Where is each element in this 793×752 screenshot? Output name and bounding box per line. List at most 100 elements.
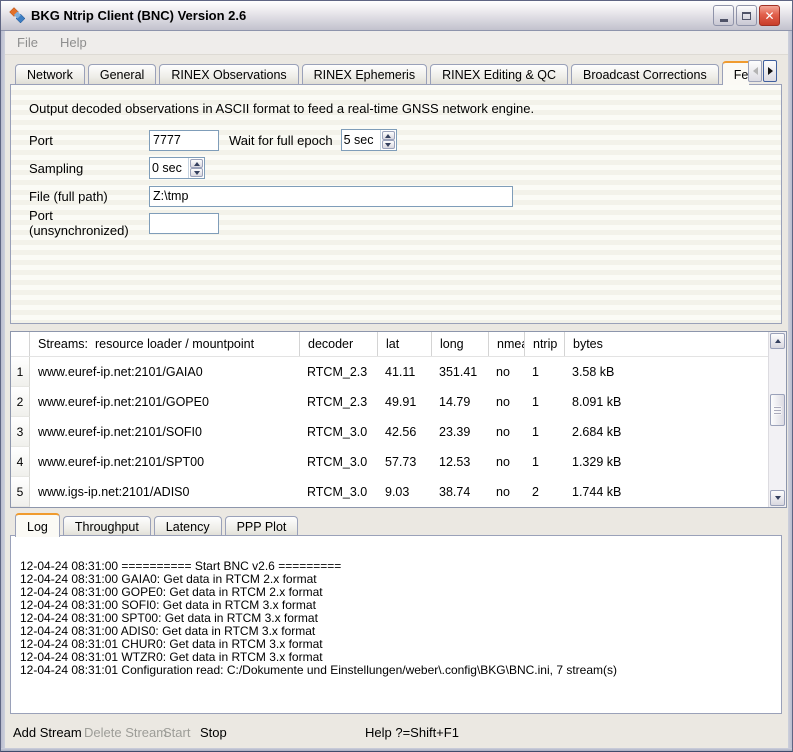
stream-long: 14.79 (431, 387, 488, 417)
menubar: File Help (5, 31, 788, 55)
scrollbar-thumb[interactable] (770, 394, 785, 426)
stream-lat: 9.03 (377, 477, 431, 507)
window-frame-bottom (1, 748, 792, 751)
streams-table: Streams: resource loader / mountpoint de… (10, 331, 787, 508)
tab-feed-engine[interactable]: Feed Engine (722, 61, 749, 85)
tab-scroll-right-button[interactable] (763, 60, 777, 82)
tab-broadcast-corrections[interactable]: Broadcast Corrections (571, 64, 719, 85)
wait-epoch-spin-down-button[interactable] (382, 140, 395, 149)
row-number: 5 (11, 477, 30, 507)
stream-row[interactable]: 2 www.euref-ip.net:2101/GOPE0 RTCM_2.3 4… (11, 387, 769, 417)
stream-row[interactable]: 1 www.euref-ip.net:2101/GAIA0 RTCM_2.3 4… (11, 357, 769, 387)
maximize-button[interactable] (736, 5, 757, 26)
tab-scroll-right-icon (768, 67, 773, 75)
thumb-grip-icon (774, 410, 781, 411)
sampling-spinbox (149, 157, 205, 179)
minimize-button[interactable] (713, 5, 734, 26)
thumb-grip-icon (774, 407, 781, 408)
stream-bytes: 1.744 kB (564, 477, 769, 507)
stream-lat: 41.11 (377, 357, 431, 387)
stream-ntrip: 2 (524, 477, 564, 507)
row-number: 3 (11, 417, 30, 447)
wait-epoch-spin-buttons (380, 130, 396, 150)
stream-bytes: 3.58 kB (564, 357, 769, 387)
wait-epoch-input[interactable] (342, 130, 380, 150)
stream-source: www.euref-ip.net:2101/GOPE0 (30, 387, 299, 417)
row-number: 2 (11, 387, 30, 417)
stream-ntrip: 1 (524, 387, 564, 417)
tab-general[interactable]: General (88, 64, 156, 85)
menu-help[interactable]: Help (60, 35, 87, 50)
stream-row[interactable]: 5 www.igs-ip.net:2101/ADIS0 RTCM_3.0 9.0… (11, 477, 769, 507)
stream-nmea: no (488, 357, 524, 387)
thumb-grip-icon (774, 413, 781, 414)
scroll-down-button[interactable] (770, 490, 785, 506)
wait-epoch-spin-up-button[interactable] (382, 131, 395, 140)
stream-long: 23.39 (431, 417, 488, 447)
stream-decoder: RTCM_2.3 (299, 357, 377, 387)
stream-source: www.euref-ip.net:2101/SOFI0 (30, 417, 299, 447)
stream-bytes: 2.684 kB (564, 417, 769, 447)
tab-scroll-left-button[interactable] (748, 60, 762, 82)
tab-rinex-editing-qc[interactable]: RINEX Editing & QC (430, 64, 568, 85)
file-path-input[interactable] (149, 186, 513, 207)
header-bytes[interactable]: bytes (564, 332, 769, 356)
stream-nmea: no (488, 447, 524, 477)
stream-long: 12.53 (431, 447, 488, 477)
stop-button[interactable]: Stop (200, 725, 227, 740)
scroll-down-icon (775, 496, 781, 500)
stream-ntrip: 1 (524, 357, 564, 387)
sampling-label: Sampling (29, 161, 149, 176)
log-line: 12-04-24 08:31:01 Configuration read: C:… (20, 664, 773, 677)
tab-rinex-observations[interactable]: RINEX Observations (159, 64, 298, 85)
spin-up-icon (385, 134, 391, 138)
header-ntrip[interactable]: ntrip (524, 332, 564, 356)
menu-file[interactable]: File (17, 35, 38, 50)
port-input[interactable] (149, 130, 219, 151)
add-stream-button[interactable]: Add Stream (13, 725, 82, 740)
stream-source: www.euref-ip.net:2101/GAIA0 (30, 357, 299, 387)
close-icon: ✕ (764, 10, 774, 22)
tab-rinex-ephemeris[interactable]: RINEX Ephemeris (302, 64, 427, 85)
spin-down-icon (385, 143, 391, 147)
streams-table-header: Streams: resource loader / mountpoint de… (11, 332, 769, 357)
stream-bytes: 8.091 kB (564, 387, 769, 417)
stream-nmea: no (488, 387, 524, 417)
stream-long: 351.41 (431, 357, 488, 387)
stream-row[interactable]: 4 www.euref-ip.net:2101/SPT00 RTCM_3.0 5… (11, 447, 769, 477)
table-scrollbar[interactable] (768, 332, 786, 507)
sampling-spin-up-button[interactable] (190, 159, 203, 168)
feed-engine-description: Output decoded observations in ASCII for… (29, 101, 534, 116)
tab-throughput[interactable]: Throughput (63, 516, 151, 537)
tab-latency[interactable]: Latency (154, 516, 222, 537)
header-decoder[interactable]: decoder (299, 332, 377, 356)
window-frame-right (788, 31, 792, 751)
tab-log[interactable]: Log (15, 513, 60, 537)
stream-nmea: no (488, 417, 524, 447)
stream-decoder: RTCM_2.3 (299, 387, 377, 417)
titlebar[interactable]: BKG Ntrip Client (BNC) Version 2.6 ✕ (1, 1, 792, 31)
header-streams[interactable]: Streams: resource loader / mountpoint (30, 332, 299, 356)
delete-stream-button[interactable]: Delete Stream (84, 725, 167, 740)
help-button[interactable]: Help ?=Shift+F1 (365, 725, 459, 740)
stream-row[interactable]: 3 www.euref-ip.net:2101/SOFI0 RTCM_3.0 4… (11, 417, 769, 447)
tab-scroll-left-icon (753, 67, 758, 75)
log-panel[interactable]: 12-04-24 08:31:00 ========== Start BNC v… (10, 535, 782, 714)
stream-source: www.igs-ip.net:2101/ADIS0 (30, 477, 299, 507)
tab-network[interactable]: Network (15, 64, 85, 85)
sampling-input[interactable] (150, 158, 188, 178)
header-nmea[interactable]: nmea (488, 332, 524, 356)
minimize-icon (720, 19, 728, 22)
scroll-up-button[interactable] (770, 333, 785, 349)
wait-epoch-spinbox (341, 129, 397, 151)
header-lat[interactable]: lat (377, 332, 431, 356)
row-number: 1 (11, 357, 30, 387)
start-button[interactable]: Start (163, 725, 190, 740)
port-unsync-input[interactable] (149, 213, 219, 234)
header-long[interactable]: long (431, 332, 488, 356)
table-corner-cell (11, 332, 30, 356)
close-button[interactable]: ✕ (759, 5, 780, 26)
sampling-spin-down-button[interactable] (190, 168, 203, 177)
tab-ppp-plot[interactable]: PPP Plot (225, 516, 299, 537)
row-number: 4 (11, 447, 30, 477)
